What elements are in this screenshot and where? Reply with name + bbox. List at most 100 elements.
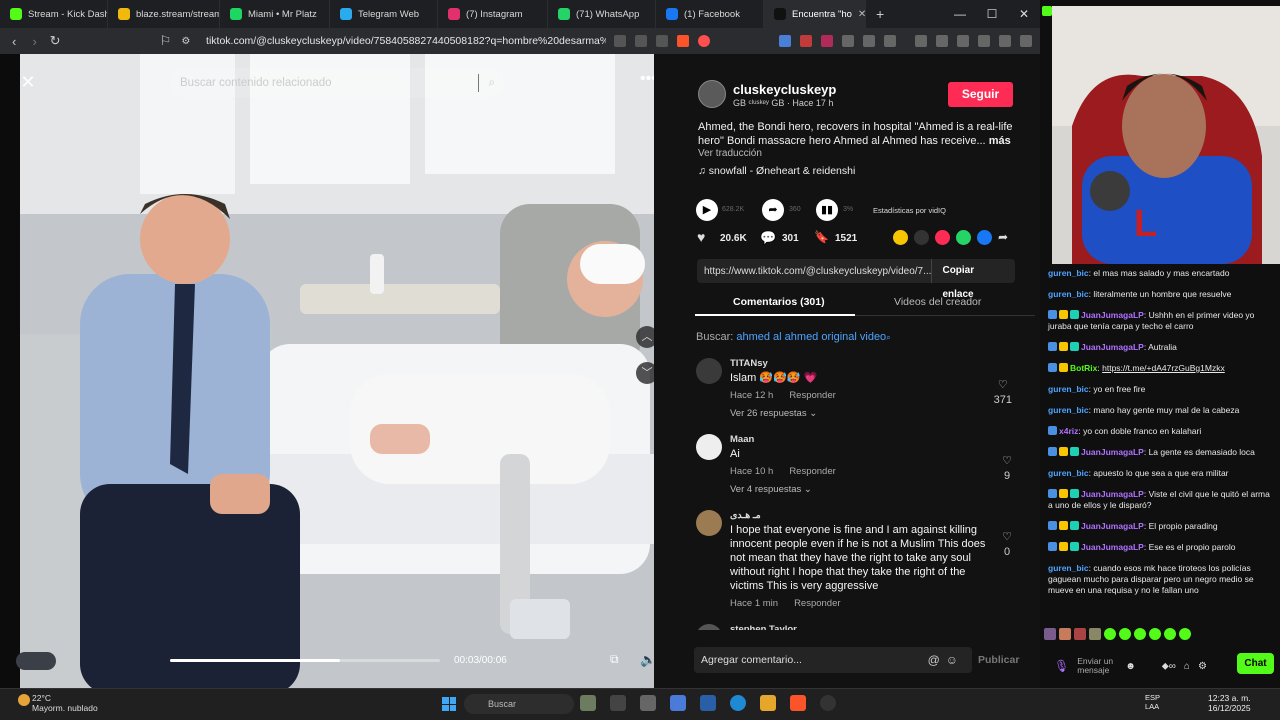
chat-username[interactable]: JuanJumagaLP [1081, 489, 1144, 499]
facebook-icon[interactable] [977, 230, 992, 245]
input-language[interactable]: ESP LAA [1145, 693, 1160, 711]
comment-icon[interactable]: 💬 [760, 230, 776, 246]
translate-link[interactable]: Ver traducción [698, 148, 762, 159]
settings-gear-icon[interactable]: ⚙ [1198, 661, 1207, 672]
browser-tab[interactable]: Miami • Mr Platz [220, 0, 330, 28]
chat-username[interactable]: JuanJumagaLP [1081, 342, 1144, 352]
chat-username[interactable]: JuanJumagaLP [1081, 542, 1144, 552]
commenter-name[interactable]: stephen Taylor [730, 624, 797, 630]
chat-username[interactable]: JuanJumagaLP [1081, 521, 1144, 531]
emote-icon[interactable] [1089, 628, 1101, 640]
close-tab-icon[interactable]: ✕ [858, 9, 865, 20]
system-clock[interactable]: 12:23 a. m. 16/12/2025 [1208, 693, 1251, 713]
extension-icon[interactable] [821, 35, 834, 47]
extension-icon[interactable] [779, 35, 792, 47]
share-icon[interactable] [656, 35, 669, 47]
copilot-icon[interactable] [670, 695, 686, 711]
play-icon[interactable]: ▶ [696, 199, 718, 221]
forward-icon[interactable]: › [28, 34, 40, 49]
extension-icon[interactable] [863, 35, 876, 47]
brave-icon[interactable] [790, 695, 806, 711]
browser-tab[interactable]: Telegram Web [330, 0, 438, 28]
emote-icon[interactable] [1134, 628, 1146, 640]
browser-tab[interactable]: (7) Instagram [438, 0, 548, 28]
save-icon[interactable]: 🔖 [814, 230, 829, 244]
edge-icon[interactable] [730, 695, 746, 711]
coin-icon[interactable] [893, 230, 908, 245]
creator-username[interactable]: cluskeycluskeyp [733, 82, 836, 97]
chat-username[interactable]: guren_bic [1048, 563, 1089, 573]
obs-icon[interactable] [820, 695, 836, 711]
chat-username[interactable]: guren_bic [1048, 468, 1089, 478]
heart-icon[interactable]: ♡ [1002, 454, 1012, 469]
extension-badge[interactable] [16, 652, 56, 670]
reply-button[interactable]: Responder [789, 390, 835, 401]
commenter-name[interactable]: Maan [730, 434, 754, 445]
close-video-button[interactable]: ✕ [16, 70, 40, 94]
store-icon[interactable]: ⌂ [1184, 661, 1190, 672]
maximize-button[interactable]: ☐ [976, 0, 1008, 28]
video-player[interactable] [0, 54, 654, 688]
commenter-avatar[interactable] [696, 510, 722, 536]
chat-username[interactable]: x4riz [1059, 426, 1078, 436]
extension-icon[interactable] [884, 35, 897, 47]
taskbar-search[interactable]: Buscar [464, 694, 574, 714]
close-window-button[interactable]: ✕ [1008, 0, 1040, 28]
chat-username[interactable]: guren_bic [1048, 384, 1089, 394]
snipping-icon[interactable] [640, 695, 656, 711]
chat-username[interactable]: guren_bic [1048, 289, 1089, 299]
translate-icon[interactable] [614, 35, 627, 47]
cast-icon[interactable] [635, 35, 648, 47]
mail-icon[interactable] [700, 695, 716, 711]
comment-input[interactable]: Agregar comentario... @☺ [694, 647, 972, 673]
chat-input[interactable]: Enviar un mensaje [1077, 657, 1117, 675]
comment-like[interactable]: ♡ 371 [994, 378, 1012, 408]
emote-icon[interactable] [1104, 628, 1116, 640]
send-icon[interactable] [935, 230, 950, 245]
reading-list-icon[interactable] [915, 35, 928, 47]
browser-tab[interactable]: (71) WhatsApp [548, 0, 656, 28]
chat-username[interactable]: BotRix [1070, 363, 1097, 373]
emoji-icon[interactable]: ☻ [1125, 661, 1136, 672]
search-icon[interactable]: ⌕ [489, 77, 495, 90]
video-link[interactable]: https://www.tiktok.com/@cluskeycluskeyp/… [704, 266, 931, 277]
reply-button[interactable]: Responder [789, 466, 835, 477]
embed-icon[interactable] [914, 230, 929, 245]
more-share-icon[interactable]: ➦ [998, 230, 1008, 245]
url-field[interactable]: tiktok.com/@cluskeycluskeyp/video/758405… [206, 35, 606, 47]
extension-icon[interactable] [842, 35, 855, 47]
browser-tab[interactable]: blaze.stream/stream- [108, 0, 220, 28]
emote-icon[interactable] [1119, 628, 1131, 640]
menu-icon[interactable] [1020, 35, 1033, 47]
chat-username[interactable]: JuanJumagaLP [1081, 447, 1144, 457]
follow-button[interactable]: Seguir [948, 82, 1013, 107]
commenter-avatar[interactable] [696, 434, 722, 460]
microphone-icon[interactable]: 🎙 [1054, 659, 1069, 673]
browser-tab[interactable]: Encuentra "ho ✕ [764, 0, 866, 28]
minimize-button[interactable]: — [944, 0, 976, 28]
tab-comments[interactable]: Comentarios (301) [733, 296, 825, 308]
view-replies-button[interactable]: Ver 4 respuestas ⌄ [730, 484, 812, 495]
chat-username[interactable]: guren_bic [1048, 268, 1089, 278]
file-explorer-icon[interactable] [760, 695, 776, 711]
vpn-icon[interactable] [999, 35, 1012, 47]
new-tab-button[interactable]: + [876, 6, 884, 22]
task-view-icon[interactable] [610, 695, 626, 711]
like-icon[interactable]: ♥ [697, 229, 705, 245]
chat-username[interactable]: guren_bic [1048, 405, 1089, 415]
view-replies-button[interactable]: Ver 26 respuestas ⌄ [730, 408, 817, 419]
mention-emoji-icons[interactable]: @☺ [928, 653, 964, 667]
extension-icon[interactable] [800, 35, 813, 47]
whatsapp-icon[interactable] [956, 230, 971, 245]
reply-button[interactable]: Responder [794, 598, 840, 609]
weather-widget[interactable]: 22°C Mayorm. nublado [32, 693, 98, 713]
emote-icon[interactable] [1149, 628, 1161, 640]
browser-tab[interactable]: (1) Facebook [656, 0, 764, 28]
emote-icon[interactable] [1074, 628, 1086, 640]
share-arrow-icon[interactable]: ➦ [762, 199, 784, 221]
commenter-avatar[interactable] [696, 624, 722, 630]
chat-username[interactable]: JuanJumagaLP [1081, 310, 1144, 320]
weather-icon[interactable] [18, 694, 30, 706]
commenter-name[interactable]: مـ هـدى [730, 510, 761, 521]
brave-rewards-icon[interactable] [698, 35, 711, 47]
